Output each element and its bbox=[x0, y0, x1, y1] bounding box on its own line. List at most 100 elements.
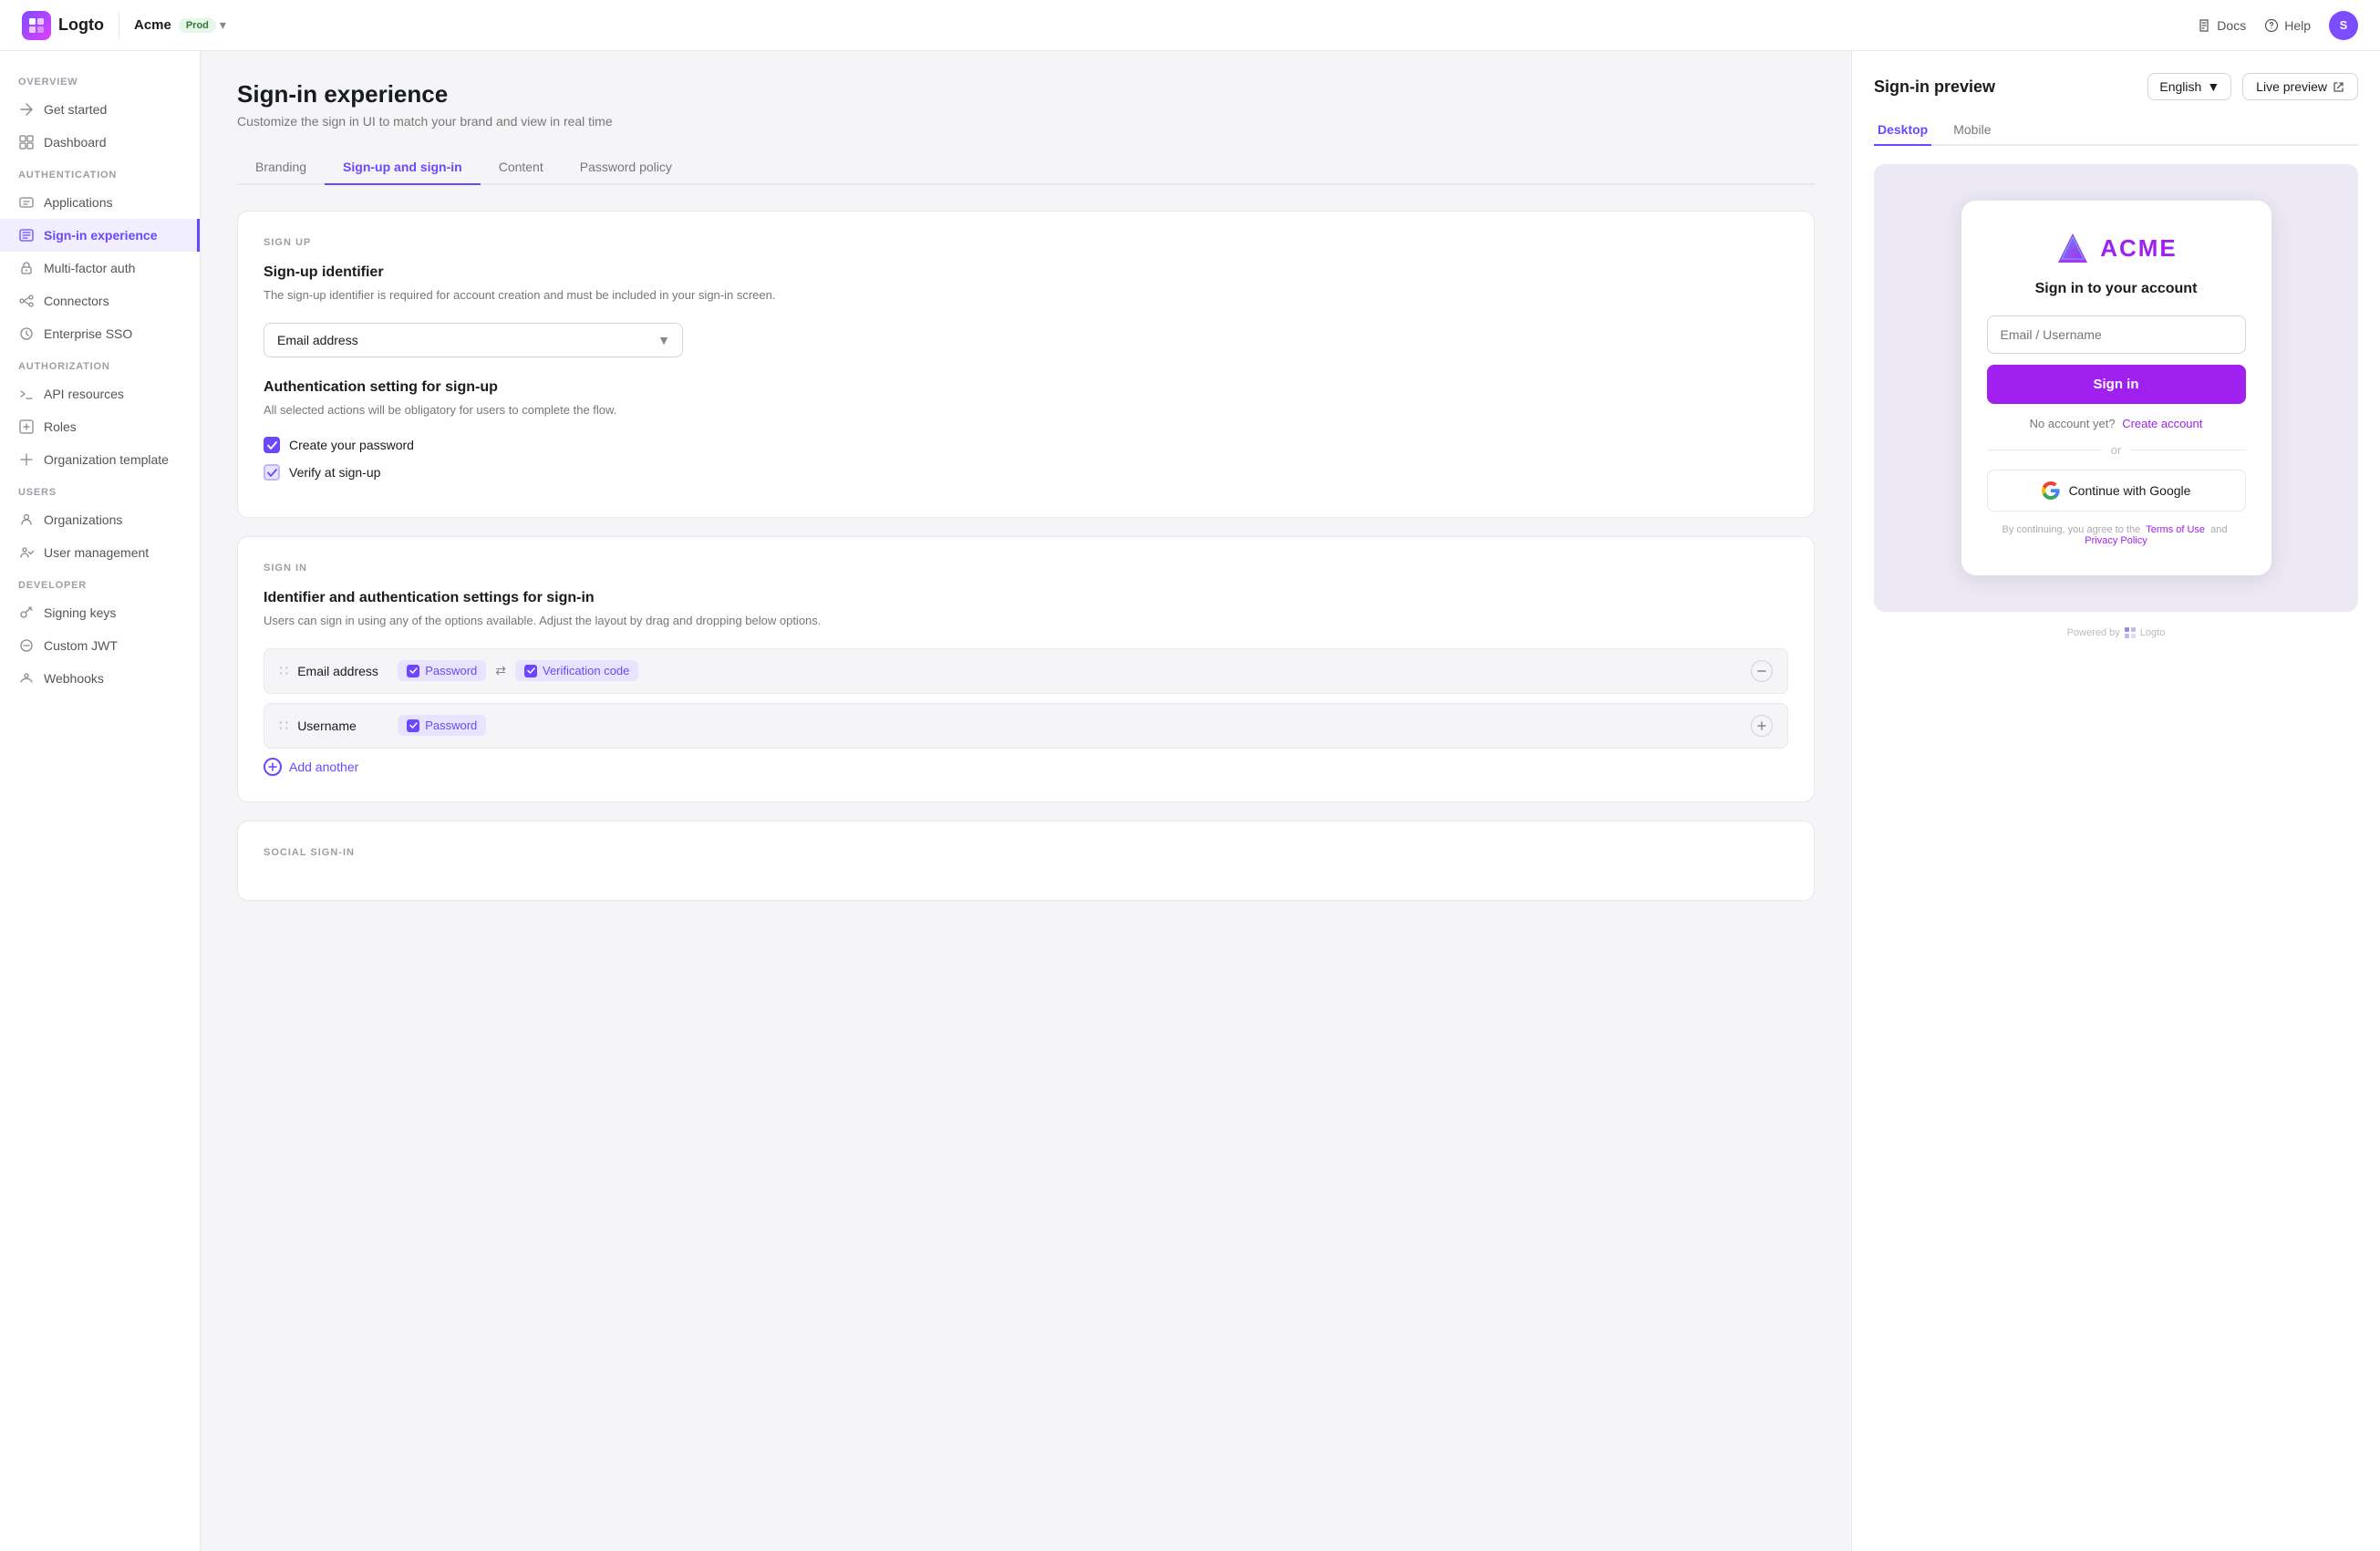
preview-signin-btn[interactable]: Sign in bbox=[1987, 365, 2246, 404]
docs-link[interactable]: Docs bbox=[2197, 18, 2246, 33]
sidebar-item-connectors[interactable]: Connectors bbox=[0, 284, 200, 317]
sidebar-item-enterprise-sso[interactable]: Enterprise SSO bbox=[0, 317, 200, 350]
sidebar-item-dashboard[interactable]: Dashboard bbox=[0, 126, 200, 159]
sidebar-item-api-resources[interactable]: API resources bbox=[0, 377, 200, 410]
signin-row-username: ∷ Username Password bbox=[264, 703, 1788, 749]
lang-chevron-icon: ▼ bbox=[2207, 79, 2220, 94]
api-icon bbox=[18, 386, 35, 402]
minus-icon bbox=[1756, 666, 1767, 677]
password-method-tag: Password bbox=[398, 660, 486, 681]
sign-up-desc: The sign-up identifier is required for a… bbox=[264, 286, 1788, 305]
help-link[interactable]: Help bbox=[2264, 18, 2311, 33]
acme-logo-icon bbox=[2054, 230, 2091, 266]
verify-signup-row: Verify at sign-up bbox=[264, 464, 1788, 481]
sidebar-item-organizations[interactable]: Organizations bbox=[0, 503, 200, 536]
tab-desktop[interactable]: Desktop bbox=[1874, 115, 1931, 146]
username-identifier-label: Username bbox=[297, 719, 388, 733]
user-avatar[interactable]: S bbox=[2329, 11, 2358, 40]
tab-mobile[interactable]: Mobile bbox=[1950, 115, 1994, 146]
privacy-link-text: Privacy Policy bbox=[2085, 535, 2147, 546]
sidebar-item-get-started[interactable]: Get started bbox=[0, 93, 200, 126]
org-template-icon bbox=[18, 451, 35, 468]
google-icon bbox=[2042, 481, 2060, 500]
drag-handle-username[interactable]: ∷ bbox=[279, 717, 288, 735]
sidebar-item-applications[interactable]: Applications bbox=[0, 186, 200, 219]
webhooks-icon bbox=[18, 670, 35, 687]
create-password-checkbox[interactable] bbox=[264, 437, 280, 453]
verify-signup-label: Verify at sign-up bbox=[289, 465, 380, 480]
live-preview-btn[interactable]: Live preview bbox=[2242, 73, 2358, 100]
remove-email-row-btn[interactable] bbox=[1751, 660, 1773, 682]
sidebar-item-signing-keys[interactable]: Signing keys bbox=[0, 596, 200, 629]
verify-signup-checkbox[interactable] bbox=[264, 464, 280, 481]
sidebar-item-user-management[interactable]: User management bbox=[0, 536, 200, 569]
sign-in-section-label: SIGN IN bbox=[264, 563, 1788, 574]
sidebar-item-webhooks[interactable]: Webhooks bbox=[0, 662, 200, 695]
logo: Logto bbox=[22, 11, 104, 40]
connectors-icon bbox=[18, 293, 35, 309]
sign-up-title: Sign-up identifier bbox=[264, 264, 1788, 281]
identifier-select-wrapper: Email address Username Phone number Emai… bbox=[264, 323, 683, 357]
sidebar-label-roles: Roles bbox=[44, 419, 77, 434]
main-layout: OVERVIEW Get started Dashboard AUTHENTIC… bbox=[0, 51, 2380, 1551]
identifier-select[interactable]: Email address Username Phone number Emai… bbox=[264, 323, 683, 357]
docs-label: Docs bbox=[2217, 18, 2246, 33]
organizations-icon bbox=[18, 512, 35, 528]
content-area: Sign-in experience Customize the sign in… bbox=[201, 51, 1851, 1551]
create-account-link[interactable]: Create account bbox=[2122, 417, 2202, 430]
preview-footer: By continuing, you agree to the Terms of… bbox=[1987, 524, 2246, 546]
preview-bg: ACME Sign in to your account Sign in No … bbox=[1874, 164, 2358, 612]
right-panel: Sign-in preview English ▼ Live preview D… bbox=[1851, 51, 2380, 1551]
powered-by: Powered by Logto bbox=[1874, 626, 2358, 639]
sidebar-label-sign-in-experience: Sign-in experience bbox=[44, 228, 157, 243]
preview-signin-card: ACME Sign in to your account Sign in No … bbox=[1961, 201, 2271, 575]
tab-password-policy[interactable]: Password policy bbox=[562, 150, 690, 185]
tab-sign-up-sign-in[interactable]: Sign-up and sign-in bbox=[325, 150, 481, 185]
tenant-selector[interactable]: Acme Prod ▾ bbox=[134, 17, 226, 33]
applications-icon bbox=[18, 194, 35, 211]
auth-setting-desc: All selected actions will be obligatory … bbox=[264, 401, 1788, 419]
tag-check-icon-2 bbox=[527, 667, 535, 674]
preview-google-btn[interactable]: Continue with Google bbox=[1987, 470, 2246, 512]
swap-icon: ⇄ bbox=[495, 663, 506, 678]
sign-in-experience-icon bbox=[18, 227, 35, 243]
sidebar-section-users: USERS bbox=[0, 476, 200, 503]
tenant-chevron-icon[interactable]: ▾ bbox=[220, 17, 226, 33]
remove-username-row-btn[interactable] bbox=[1751, 715, 1773, 737]
user-management-icon bbox=[18, 544, 35, 561]
sidebar-item-custom-jwt[interactable]: Custom JWT bbox=[0, 629, 200, 662]
sidebar-item-org-template[interactable]: Organization template bbox=[0, 443, 200, 476]
preview-email-input[interactable] bbox=[1987, 315, 2246, 354]
verification-check-icon bbox=[524, 665, 537, 677]
help-icon bbox=[2264, 18, 2279, 33]
enterprise-sso-icon bbox=[18, 326, 35, 342]
drag-handle-email[interactable]: ∷ bbox=[279, 662, 288, 680]
preview-signin-heading: Sign in to your account bbox=[1987, 281, 2246, 297]
tag-check-icon-3 bbox=[409, 722, 418, 729]
page-title: Sign-in experience bbox=[237, 80, 1815, 109]
roles-icon bbox=[18, 419, 35, 435]
page-subtitle: Customize the sign in UI to match your b… bbox=[237, 114, 1815, 129]
avatar-letter: S bbox=[2340, 18, 2348, 32]
external-link-icon bbox=[2333, 81, 2344, 93]
sidebar-label-webhooks: Webhooks bbox=[44, 671, 104, 686]
powered-brand-text: Logto bbox=[2140, 627, 2166, 638]
sidebar-section-overview: OVERVIEW bbox=[0, 66, 200, 93]
language-label: English bbox=[2159, 79, 2201, 94]
terms-link[interactable]: Terms of Use bbox=[2146, 524, 2205, 535]
add-another-btn[interactable]: Add another bbox=[264, 758, 1788, 776]
sidebar-item-mfa[interactable]: Multi-factor auth bbox=[0, 252, 200, 284]
sidebar-label-mfa: Multi-factor auth bbox=[44, 261, 135, 275]
logo-icon bbox=[22, 11, 51, 40]
sidebar-label-signing-keys: Signing keys bbox=[44, 605, 116, 620]
sign-in-title: Identifier and authentication settings f… bbox=[264, 590, 1788, 606]
topbar: Logto Acme Prod ▾ Docs Help bbox=[0, 0, 2380, 51]
check-icon-2 bbox=[267, 469, 277, 477]
sidebar-item-sign-in-experience[interactable]: Sign-in experience bbox=[0, 219, 200, 252]
sidebar-item-roles[interactable]: Roles bbox=[0, 410, 200, 443]
tab-content[interactable]: Content bbox=[481, 150, 562, 185]
language-selector[interactable]: English ▼ bbox=[2147, 73, 2231, 100]
acme-brand-text: ACME bbox=[2100, 234, 2178, 263]
tab-branding[interactable]: Branding bbox=[237, 150, 325, 185]
privacy-link[interactable]: Privacy Policy bbox=[2085, 535, 2147, 546]
